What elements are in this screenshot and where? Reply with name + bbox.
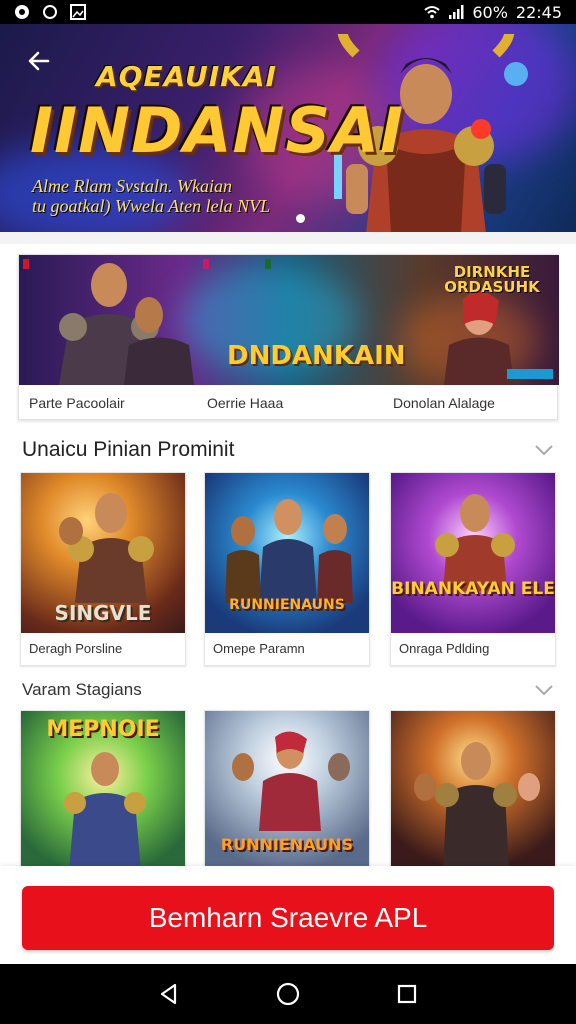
banner-tag	[203, 259, 209, 269]
game-card[interactable]: MEPNOIE	[20, 710, 186, 870]
banner-tag	[23, 259, 29, 269]
hero-title-top: AQEAUIKAI	[96, 60, 277, 93]
game-card-image: SINGVLE	[21, 473, 185, 633]
section-title-strategies: Varam Stagians	[22, 680, 142, 699]
banner-side-logo: DIRNKHE ORDASUHK	[444, 263, 540, 296]
recents-square-icon[interactable]	[393, 980, 421, 1008]
banner-game-logo: DNDANKAIN	[227, 341, 406, 371]
clock: 22:45	[515, 2, 562, 22]
wifi-icon	[424, 6, 440, 19]
signal-icon	[449, 5, 464, 19]
game-card-image: BINANKAYAN ELE	[391, 473, 555, 633]
game-card-image	[391, 711, 555, 869]
game-card-label: Deragh Porsline	[29, 641, 123, 656]
banner-label[interactable]: Donolan Alalage	[393, 395, 495, 411]
hero-banner[interactable]: AQEAUIKAI IINDANSAI Alme Rlam Svstaln. W…	[0, 24, 576, 232]
record-icon	[15, 5, 29, 19]
game-card-image: RUNNIENAUNS	[205, 711, 369, 869]
game-card-label: Omepe Paramn	[213, 641, 305, 656]
featured-banner-card[interactable]: DNDANKAIN DIRNKHE ORDASUHK Parte Pacoola…	[18, 254, 559, 421]
game-card[interactable]: BINANKAYAN ELE Onraga Pdlding	[390, 472, 556, 666]
card-logo: MEPNOIE	[46, 717, 160, 742]
chevron-down-icon[interactable]	[534, 684, 554, 696]
arrow-left-icon	[28, 51, 50, 71]
game-card[interactable]: SINGVLE Deragh Porsline	[20, 472, 186, 666]
hero-subtitle-line1: Alme Rlam Svstaln. Wkaian	[32, 176, 232, 196]
circle-icon	[43, 5, 57, 19]
banner-tag	[507, 369, 553, 379]
status-right: 60% 22:45	[424, 3, 562, 22]
game-card[interactable]: RUNNIENAUNS Omepe Paramn	[204, 472, 370, 666]
carousel-indicator[interactable]	[296, 214, 305, 223]
featured-banner-image: DNDANKAIN DIRNKHE ORDASUHK	[19, 255, 559, 385]
chevron-down-icon[interactable]	[534, 444, 554, 456]
game-card-image: RUNNIENAUNS	[205, 473, 369, 633]
section-title-promoted: Unaicu Pinian Prominit	[22, 438, 235, 461]
card-logo: RUNNIENAUNS	[220, 835, 354, 854]
status-left-icons	[14, 4, 86, 20]
banner-label[interactable]: Parte Pacoolair	[29, 395, 125, 411]
hero-title-main: IINDANSAI	[30, 94, 405, 167]
card-logo: BINANKAYAN ELE	[391, 579, 555, 599]
banner-labels-row: Parte Pacoolair Oerrie Haaa Donolan Alal…	[19, 385, 559, 421]
game-card[interactable]	[390, 710, 556, 870]
status-bar: 60% 22:45	[0, 0, 576, 24]
section-divider	[0, 232, 576, 244]
banner-label[interactable]: Oerrie Haaa	[207, 395, 283, 411]
back-triangle-icon[interactable]	[155, 980, 183, 1008]
home-circle-icon[interactable]	[274, 980, 302, 1008]
banner-tag	[265, 259, 271, 269]
cta-container: Bemharn Sraevre APL	[0, 866, 576, 964]
game-card-label: Onraga Pdlding	[399, 641, 490, 656]
card-logo: SINGVLE	[54, 601, 152, 625]
system-nav-bar	[0, 964, 576, 1024]
card-logo: RUNNIENAUNS	[229, 597, 345, 613]
game-card[interactable]: RUNNIENAUNS	[204, 710, 370, 870]
game-card-image: MEPNOIE	[21, 711, 185, 869]
image-icon	[70, 4, 86, 20]
battery-text: 60%	[472, 2, 508, 22]
back-button[interactable]	[24, 46, 58, 80]
hero-subtitle-line2: tu goatkal) Wwela Aten lela NVL	[32, 196, 271, 216]
install-button[interactable]: Bemharn Sraevre APL	[22, 886, 554, 950]
